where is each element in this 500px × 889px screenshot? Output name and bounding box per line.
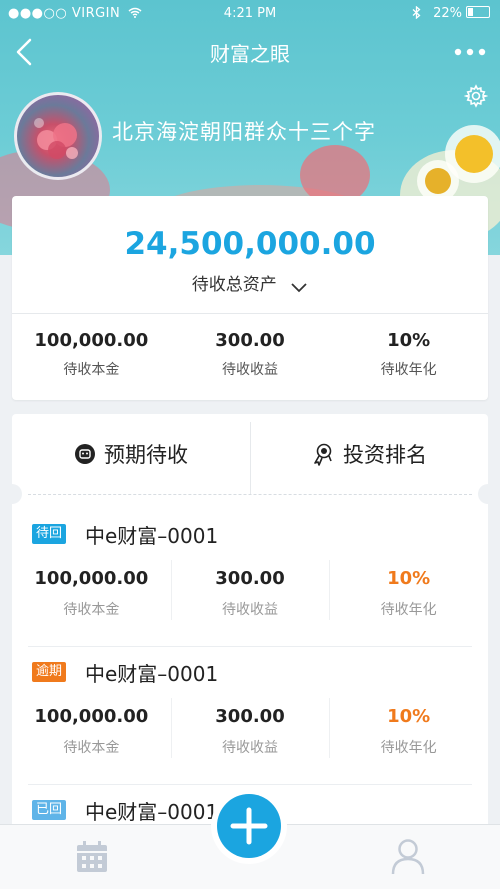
tab-divider (250, 422, 251, 494)
item-principal: 100,000.00 待收本金 (12, 706, 171, 766)
total-assets-value: 24,500,000.00 (124, 226, 376, 262)
flower-decoration (455, 135, 493, 173)
item-name: 中e财富–0001 (85, 524, 219, 548)
status-badge: 已回 (32, 800, 67, 820)
status-badge: 逾期 (32, 662, 67, 682)
battery-status: 22% (412, 5, 490, 21)
face-icon (75, 444, 95, 464)
stat-label: 待收本金 (63, 740, 120, 756)
status-bar: ●●●○○ VIRGIN 4:21 PM 22% (0, 0, 500, 28)
investment-list-card: 预期待收 投资排名 待回 中e财富–0001 100,000.00 待收本金 3… (2, 414, 498, 834)
flower-decoration (425, 168, 451, 194)
total-assets-text: 待收总资产 (191, 275, 277, 295)
ticket-notch (478, 484, 498, 504)
item-principal: 100,000.00 待收本金 (12, 568, 171, 628)
stat-value: 100,000.00 (34, 706, 149, 727)
battery-percent: 22% (433, 6, 462, 21)
user-icon[interactable] (390, 837, 426, 875)
bluetooth-icon (412, 5, 421, 20)
summary-card: 24,500,000.00 待收总资产 100,000.00 待收本金 300.… (12, 196, 488, 400)
stat-label: 待收年化 (380, 602, 437, 618)
item-name: 中e财富–0001 (85, 662, 219, 686)
stat-label: 待收本金 (63, 362, 120, 378)
stat-label: 待收本金 (63, 602, 120, 618)
item-rate: 10% 待收年化 (329, 698, 488, 766)
item-rate: 10% 待收年化 (329, 560, 488, 628)
stat-value: 100,000.00 (34, 330, 149, 351)
total-assets-label[interactable]: 待收总资产 (12, 270, 488, 295)
stat-value: 300.00 (215, 706, 285, 727)
chevron-down-icon[interactable] (290, 281, 308, 293)
battery-icon (466, 6, 490, 18)
stat-value: 10% (387, 568, 431, 589)
stat-label: 待收年化 (380, 740, 437, 756)
item-income: 300.00 待收收益 (170, 560, 330, 628)
stat-value: 10% (387, 330, 431, 351)
calendar-icon[interactable] (74, 839, 110, 875)
item-name: 中e财富–0001 (85, 800, 219, 824)
stat-value: 300.00 (215, 330, 285, 351)
list-item[interactable]: 逾期 中e财富–0001 100,000.00 待收本金 300.00 待收收益… (12, 648, 488, 785)
stat-income: 300.00 待收收益 (171, 328, 330, 388)
stat-label: 待收年化 (380, 362, 437, 378)
divider (12, 313, 488, 314)
ticket-notch (2, 484, 22, 504)
stat-rate: 10% 待收年化 (329, 328, 488, 388)
item-stats: 100,000.00 待收本金 300.00 待收收益 10% 待收年化 (12, 698, 488, 766)
row-divider (28, 784, 472, 785)
avatar[interactable] (14, 92, 102, 180)
stat-principal: 100,000.00 待收本金 (12, 328, 171, 388)
stat-value: 300.00 (215, 568, 285, 589)
dashed-divider (28, 494, 472, 495)
item-income: 300.00 待收收益 (170, 698, 330, 766)
more-icon[interactable] (450, 34, 490, 70)
nav-bar: 财富之眼 (0, 28, 500, 76)
tab-label: 预期待收 (104, 443, 188, 467)
avatar-image (34, 118, 78, 159)
page-title: 财富之眼 (210, 42, 290, 66)
row-divider (28, 646, 472, 647)
summary-stats: 100,000.00 待收本金 300.00 待收收益 10% 待收年化 (12, 328, 488, 388)
tab-label: 投资排名 (343, 443, 427, 467)
stat-label: 待收收益 (222, 602, 278, 618)
tab-ranking[interactable]: 投资排名 (250, 414, 488, 494)
status-badge: 待回 (32, 524, 67, 544)
add-button[interactable] (217, 794, 281, 858)
ranking-icon (314, 443, 332, 466)
item-stats: 100,000.00 待收本金 300.00 待收收益 10% 待收年化 (12, 560, 488, 628)
stat-value: 10% (387, 706, 431, 727)
stat-value: 100,000.00 (34, 568, 149, 589)
list-item[interactable]: 待回 中e财富–0001 100,000.00 待收本金 300.00 待收收益… (12, 510, 488, 647)
gear-icon[interactable] (464, 84, 488, 108)
stat-label: 待收收益 (222, 740, 278, 756)
user-name: 北京海淀朝阳群众十三个字 (112, 120, 376, 144)
tab-expected[interactable]: 预期待收 (12, 414, 250, 494)
stat-label: 待收收益 (222, 362, 278, 378)
plus-icon (230, 807, 268, 845)
